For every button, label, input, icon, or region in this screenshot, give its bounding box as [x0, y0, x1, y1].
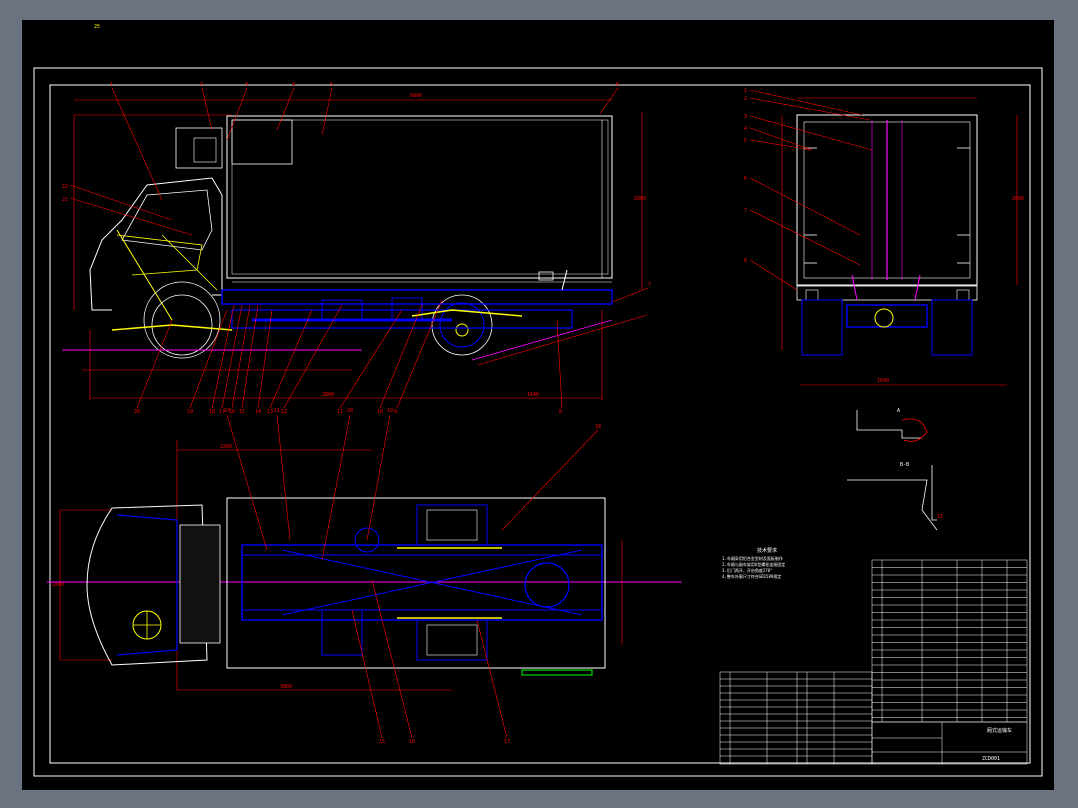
rear-callout-7: 7: [744, 208, 747, 214]
cargo-box-outline: [226, 115, 613, 279]
callout-2: 2: [200, 82, 203, 88]
front-wheel: [151, 294, 213, 356]
side-guard: [521, 669, 593, 676]
plan-dim-cab: 2200: [220, 444, 232, 450]
rear-view: 2000 1640 1 2 3 4 5 6 7 8: [744, 88, 1024, 386]
plan-callout-15: 15: [379, 739, 385, 745]
detail-b-label: B-B: [900, 462, 909, 468]
rear-callout-8: 8: [744, 258, 747, 264]
callout-6: 6: [616, 82, 619, 88]
callout-13: 13: [267, 409, 273, 415]
plan-callout-22: 22: [224, 408, 230, 414]
rear-callout-3: 3: [744, 114, 747, 120]
rear-axle: [846, 304, 928, 328]
title-product-name: 厢式运输车: [987, 727, 1012, 734]
callout-8: 8: [559, 409, 562, 415]
leaf-spring: [411, 309, 523, 317]
rear-callout-5: 5: [744, 138, 747, 144]
inner-frame: [49, 84, 1031, 764]
callout-5: 5: [330, 82, 333, 88]
notes-heading: 技术要求: [757, 547, 777, 554]
detail-views: A B-B 15: [847, 408, 943, 531]
callout-11: 11: [337, 409, 343, 415]
note-line-2: 2.车厢与副车架用U型螺栓连接固定: [722, 561, 785, 567]
plan-dim-wheelbase: 3000: [280, 684, 292, 690]
callout-7: 7: [648, 282, 651, 288]
detail-b-mark: 15: [937, 514, 943, 520]
front-wheel-arch: [143, 281, 221, 359]
dim-rear-overhang: 1640: [527, 392, 539, 398]
note-line-4: 4.整车外廓尺寸符合GB1589规定: [722, 573, 781, 579]
dim-body-height: 2000: [634, 196, 646, 202]
plan-view: 2200 3000 1800 22 21 20 19 18 15 16 17: [47, 408, 682, 745]
dim-overall-length: 6890: [410, 93, 422, 99]
note-line-3: 3.后门两开，开启角度270°: [722, 567, 772, 573]
detail-a-label: A: [897, 408, 900, 414]
callout-9: 9: [394, 409, 397, 415]
plan-callout-19: 19: [387, 408, 393, 414]
callout-19: 19: [187, 409, 193, 415]
callout-14: 14: [255, 409, 261, 415]
side-view: 6890 2000 3800 1640 1 2 3 4 5 6 7 22 21 …: [62, 82, 651, 415]
rear-dim-width: 1640: [877, 378, 889, 384]
callout-21: 21: [62, 197, 68, 203]
callout-18: 18: [209, 409, 215, 415]
plan-callout-21: 21: [274, 408, 280, 414]
plan-callout-20: 20: [347, 408, 353, 414]
rear-callout-4: 4: [744, 126, 747, 132]
cad-viewport[interactable]: 25 6890 2000 3800 1640 1 2 3 4 5 6 7 22 …: [22, 20, 1054, 790]
title-drawing-number: ZCD001: [982, 756, 1000, 762]
dim-wheelbase: 3800: [322, 392, 334, 398]
callout-1: 1: [110, 82, 113, 88]
frame-marker: 25: [94, 24, 100, 30]
parts-list: [719, 559, 1028, 765]
plan-callout-17: 17: [504, 739, 510, 745]
callout-22: 22: [62, 184, 68, 190]
callout-4: 4: [292, 82, 295, 88]
front-panel-box: [231, 119, 293, 165]
technical-notes: 技术要求 1.车厢采用铝合金型材及面板制作 2.车厢与副车架用U型螺栓连接固定 …: [722, 547, 785, 579]
callout-15: 15: [239, 409, 245, 415]
radiator-grid: [179, 524, 221, 644]
callout-10: 10: [377, 409, 383, 415]
plan-callout-16: 16: [409, 739, 415, 745]
plan-dim-width: 1800: [52, 582, 64, 588]
callout-20: 20: [134, 409, 140, 415]
note-line-1: 1.车厢采用铝合金型材及面板制作: [722, 555, 783, 561]
callout-12: 12: [281, 409, 287, 415]
plan-callout-18: 18: [595, 424, 601, 430]
rear-dim-height: 2000: [1012, 196, 1024, 202]
spare-wheel: [524, 562, 570, 608]
chassis-frame: [221, 289, 613, 305]
rear-callout-2: 2: [744, 96, 747, 102]
cad-drawing-canvas[interactable]: 25 6890 2000 3800 1640 1 2 3 4 5 6 7 22 …: [22, 20, 1054, 790]
plan-body-outline: [226, 497, 606, 669]
rear-callout-1: 1: [744, 88, 747, 94]
callout-3: 3: [245, 82, 248, 88]
rear-callout-6: 6: [744, 176, 747, 182]
